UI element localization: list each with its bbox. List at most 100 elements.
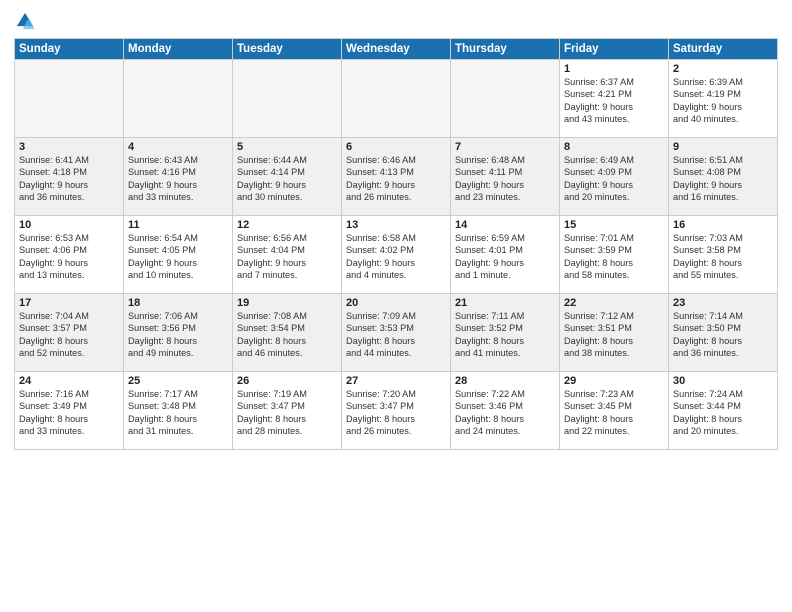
- day-number: 25: [128, 375, 228, 387]
- day-cell: 4Sunrise: 6:43 AMSunset: 4:16 PMDaylight…: [124, 138, 233, 216]
- day-number: 13: [346, 219, 446, 231]
- day-cell: 28Sunrise: 7:22 AMSunset: 3:46 PMDayligh…: [451, 372, 560, 450]
- day-info: Sunrise: 7:14 AMSunset: 3:50 PMDaylight:…: [673, 310, 773, 360]
- day-cell: 9Sunrise: 6:51 AMSunset: 4:08 PMDaylight…: [669, 138, 778, 216]
- day-cell: 18Sunrise: 7:06 AMSunset: 3:56 PMDayligh…: [124, 294, 233, 372]
- day-cell: 30Sunrise: 7:24 AMSunset: 3:44 PMDayligh…: [669, 372, 778, 450]
- day-cell: 21Sunrise: 7:11 AMSunset: 3:52 PMDayligh…: [451, 294, 560, 372]
- day-cell: [124, 60, 233, 138]
- day-info: Sunrise: 7:04 AMSunset: 3:57 PMDaylight:…: [19, 310, 119, 360]
- day-cell: 12Sunrise: 6:56 AMSunset: 4:04 PMDayligh…: [233, 216, 342, 294]
- day-cell: 19Sunrise: 7:08 AMSunset: 3:54 PMDayligh…: [233, 294, 342, 372]
- day-info: Sunrise: 7:23 AMSunset: 3:45 PMDaylight:…: [564, 388, 664, 438]
- day-info: Sunrise: 7:17 AMSunset: 3:48 PMDaylight:…: [128, 388, 228, 438]
- day-number: 24: [19, 375, 119, 387]
- day-info: Sunrise: 6:43 AMSunset: 4:16 PMDaylight:…: [128, 154, 228, 204]
- page: SundayMondayTuesdayWednesdayThursdayFrid…: [0, 0, 792, 612]
- week-row-1: 1Sunrise: 6:37 AMSunset: 4:21 PMDaylight…: [15, 60, 778, 138]
- day-number: 8: [564, 141, 664, 153]
- day-cell: [15, 60, 124, 138]
- week-row-4: 17Sunrise: 7:04 AMSunset: 3:57 PMDayligh…: [15, 294, 778, 372]
- day-info: Sunrise: 6:53 AMSunset: 4:06 PMDaylight:…: [19, 232, 119, 282]
- day-cell: 15Sunrise: 7:01 AMSunset: 3:59 PMDayligh…: [560, 216, 669, 294]
- day-number: 12: [237, 219, 337, 231]
- day-number: 30: [673, 375, 773, 387]
- column-header-saturday: Saturday: [669, 39, 778, 60]
- day-info: Sunrise: 6:44 AMSunset: 4:14 PMDaylight:…: [237, 154, 337, 204]
- day-number: 9: [673, 141, 773, 153]
- day-info: Sunrise: 6:59 AMSunset: 4:01 PMDaylight:…: [455, 232, 555, 282]
- calendar-table: SundayMondayTuesdayWednesdayThursdayFrid…: [14, 38, 778, 450]
- day-number: 16: [673, 219, 773, 231]
- day-cell: [342, 60, 451, 138]
- week-row-3: 10Sunrise: 6:53 AMSunset: 4:06 PMDayligh…: [15, 216, 778, 294]
- day-cell: 17Sunrise: 7:04 AMSunset: 3:57 PMDayligh…: [15, 294, 124, 372]
- day-cell: 5Sunrise: 6:44 AMSunset: 4:14 PMDaylight…: [233, 138, 342, 216]
- day-info: Sunrise: 7:12 AMSunset: 3:51 PMDaylight:…: [564, 310, 664, 360]
- day-info: Sunrise: 7:03 AMSunset: 3:58 PMDaylight:…: [673, 232, 773, 282]
- day-number: 20: [346, 297, 446, 309]
- day-number: 2: [673, 63, 773, 75]
- day-info: Sunrise: 6:49 AMSunset: 4:09 PMDaylight:…: [564, 154, 664, 204]
- day-number: 14: [455, 219, 555, 231]
- day-info: Sunrise: 7:19 AMSunset: 3:47 PMDaylight:…: [237, 388, 337, 438]
- week-row-2: 3Sunrise: 6:41 AMSunset: 4:18 PMDaylight…: [15, 138, 778, 216]
- day-info: Sunrise: 7:01 AMSunset: 3:59 PMDaylight:…: [564, 232, 664, 282]
- day-cell: 24Sunrise: 7:16 AMSunset: 3:49 PMDayligh…: [15, 372, 124, 450]
- day-info: Sunrise: 7:08 AMSunset: 3:54 PMDaylight:…: [237, 310, 337, 360]
- day-number: 10: [19, 219, 119, 231]
- column-header-wednesday: Wednesday: [342, 39, 451, 60]
- logo: [14, 10, 40, 32]
- day-info: Sunrise: 7:11 AMSunset: 3:52 PMDaylight:…: [455, 310, 555, 360]
- day-cell: [451, 60, 560, 138]
- day-cell: 8Sunrise: 6:49 AMSunset: 4:09 PMDaylight…: [560, 138, 669, 216]
- day-number: 23: [673, 297, 773, 309]
- day-cell: 1Sunrise: 6:37 AMSunset: 4:21 PMDaylight…: [560, 60, 669, 138]
- column-header-thursday: Thursday: [451, 39, 560, 60]
- column-header-tuesday: Tuesday: [233, 39, 342, 60]
- day-cell: 27Sunrise: 7:20 AMSunset: 3:47 PMDayligh…: [342, 372, 451, 450]
- day-number: 15: [564, 219, 664, 231]
- day-info: Sunrise: 6:58 AMSunset: 4:02 PMDaylight:…: [346, 232, 446, 282]
- day-info: Sunrise: 6:54 AMSunset: 4:05 PMDaylight:…: [128, 232, 228, 282]
- day-number: 6: [346, 141, 446, 153]
- day-cell: 7Sunrise: 6:48 AMSunset: 4:11 PMDaylight…: [451, 138, 560, 216]
- day-cell: 22Sunrise: 7:12 AMSunset: 3:51 PMDayligh…: [560, 294, 669, 372]
- day-number: 27: [346, 375, 446, 387]
- day-info: Sunrise: 7:24 AMSunset: 3:44 PMDaylight:…: [673, 388, 773, 438]
- day-cell: 20Sunrise: 7:09 AMSunset: 3:53 PMDayligh…: [342, 294, 451, 372]
- day-cell: 10Sunrise: 6:53 AMSunset: 4:06 PMDayligh…: [15, 216, 124, 294]
- day-cell: 2Sunrise: 6:39 AMSunset: 4:19 PMDaylight…: [669, 60, 778, 138]
- day-cell: 23Sunrise: 7:14 AMSunset: 3:50 PMDayligh…: [669, 294, 778, 372]
- day-info: Sunrise: 7:09 AMSunset: 3:53 PMDaylight:…: [346, 310, 446, 360]
- day-info: Sunrise: 6:46 AMSunset: 4:13 PMDaylight:…: [346, 154, 446, 204]
- day-info: Sunrise: 6:51 AMSunset: 4:08 PMDaylight:…: [673, 154, 773, 204]
- day-info: Sunrise: 7:22 AMSunset: 3:46 PMDaylight:…: [455, 388, 555, 438]
- day-cell: 16Sunrise: 7:03 AMSunset: 3:58 PMDayligh…: [669, 216, 778, 294]
- day-info: Sunrise: 6:39 AMSunset: 4:19 PMDaylight:…: [673, 76, 773, 126]
- week-row-5: 24Sunrise: 7:16 AMSunset: 3:49 PMDayligh…: [15, 372, 778, 450]
- header-row: SundayMondayTuesdayWednesdayThursdayFrid…: [15, 39, 778, 60]
- day-info: Sunrise: 6:41 AMSunset: 4:18 PMDaylight:…: [19, 154, 119, 204]
- day-cell: [233, 60, 342, 138]
- day-number: 28: [455, 375, 555, 387]
- day-number: 29: [564, 375, 664, 387]
- day-cell: 3Sunrise: 6:41 AMSunset: 4:18 PMDaylight…: [15, 138, 124, 216]
- day-number: 17: [19, 297, 119, 309]
- day-number: 4: [128, 141, 228, 153]
- day-cell: 13Sunrise: 6:58 AMSunset: 4:02 PMDayligh…: [342, 216, 451, 294]
- day-cell: 26Sunrise: 7:19 AMSunset: 3:47 PMDayligh…: [233, 372, 342, 450]
- day-info: Sunrise: 7:16 AMSunset: 3:49 PMDaylight:…: [19, 388, 119, 438]
- column-header-sunday: Sunday: [15, 39, 124, 60]
- day-number: 1: [564, 63, 664, 75]
- day-number: 18: [128, 297, 228, 309]
- day-cell: 14Sunrise: 6:59 AMSunset: 4:01 PMDayligh…: [451, 216, 560, 294]
- day-number: 5: [237, 141, 337, 153]
- header: [14, 10, 778, 32]
- day-info: Sunrise: 6:48 AMSunset: 4:11 PMDaylight:…: [455, 154, 555, 204]
- day-number: 11: [128, 219, 228, 231]
- day-number: 19: [237, 297, 337, 309]
- logo-icon: [14, 10, 36, 32]
- day-info: Sunrise: 7:20 AMSunset: 3:47 PMDaylight:…: [346, 388, 446, 438]
- day-info: Sunrise: 6:37 AMSunset: 4:21 PMDaylight:…: [564, 76, 664, 126]
